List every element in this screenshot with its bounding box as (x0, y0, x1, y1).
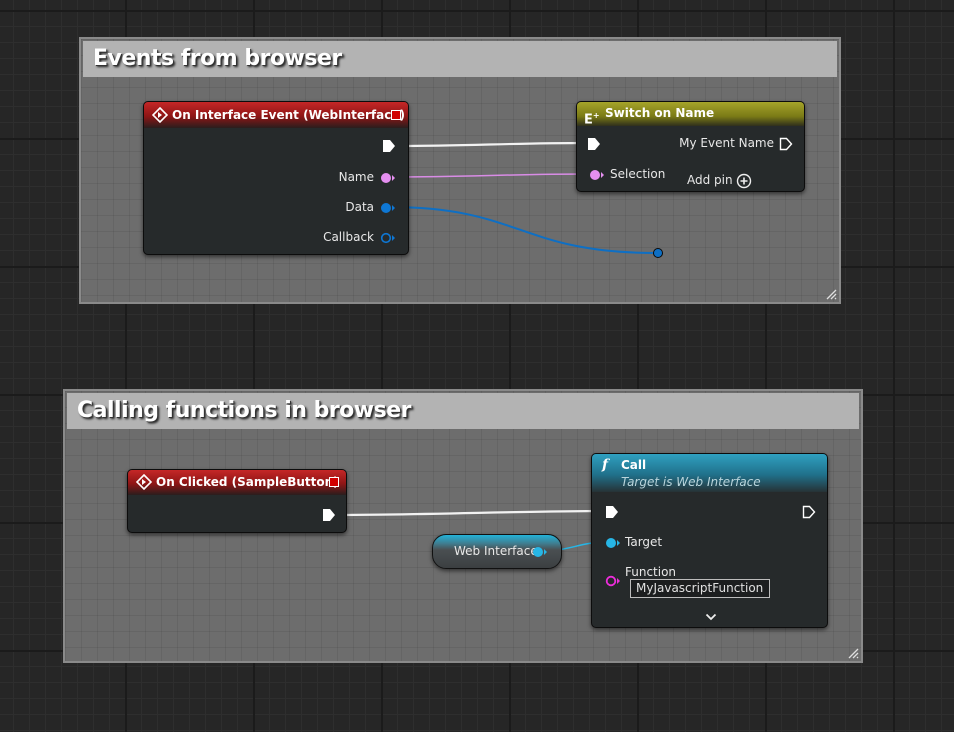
node-title: Call (621, 458, 647, 472)
delegate-pin[interactable] (329, 477, 339, 487)
delegate-pin[interactable] (391, 110, 401, 120)
node-title: On Clicked (SampleButton) (156, 475, 339, 489)
pin-label-function: Function (625, 565, 677, 579)
node-web-interface-variable[interactable]: Web Interface (432, 534, 562, 569)
exec-output-pin[interactable] (322, 508, 336, 522)
pin-label-callback: Callback (323, 230, 374, 244)
object-output-pin[interactable] (532, 546, 548, 558)
add-circle-icon[interactable] (736, 173, 752, 189)
node-on-interface-event[interactable]: On Interface Event (WebInterface) Name D… (143, 101, 409, 255)
function-f-icon: f (602, 457, 609, 473)
exec-output-pin[interactable] (382, 139, 396, 153)
add-pin-label[interactable]: Add pin (687, 173, 733, 187)
node-switch-on-name[interactable]: E+ Switch on Name My Event Name Selectio… (576, 101, 805, 192)
exec-output-pin[interactable] (779, 137, 793, 151)
function-name-input[interactable]: MyJavascriptFunction (630, 579, 770, 598)
exec-input-pin[interactable] (605, 505, 619, 519)
pin-label-selection: Selection (610, 167, 666, 181)
data-output-pin[interactable] (380, 202, 396, 214)
selection-input-pin[interactable] (589, 169, 605, 181)
target-input-pin[interactable] (605, 537, 621, 549)
pin-label-target: Target (625, 535, 663, 549)
pin-label-data: Data (345, 200, 374, 214)
callback-output-pin[interactable] (380, 232, 396, 244)
pin-label-my-event-name: My Event Name (679, 136, 774, 150)
event-diamond-icon (136, 474, 152, 490)
node-header[interactable]: On Clicked (SampleButton) (128, 470, 346, 495)
function-input-pin[interactable] (605, 575, 621, 587)
variable-label: Web Interface (454, 544, 538, 558)
name-output-pin[interactable] (380, 172, 396, 184)
event-diamond-icon (152, 107, 168, 123)
exec-input-pin[interactable] (587, 137, 601, 151)
switch-enum-icon: E+ (584, 111, 600, 128)
node-title: On Interface Event (WebInterface) (172, 108, 405, 122)
resize-grip-icon[interactable] (825, 288, 837, 300)
node-header[interactable]: E+ Switch on Name (577, 102, 804, 127)
node-title: Switch on Name (605, 106, 715, 120)
node-call-function[interactable]: f Call Target is Web Interface Target Fu… (591, 453, 828, 628)
node-header[interactable]: f Call Target is Web Interface (592, 454, 827, 492)
node-on-clicked[interactable]: On Clicked (SampleButton) (127, 469, 347, 533)
comment-title[interactable]: Events from browser (83, 41, 837, 77)
node-header[interactable]: On Interface Event (WebInterface) (144, 102, 408, 128)
pin-label-name: Name (338, 170, 374, 184)
node-subtitle: Target is Web Interface (621, 475, 761, 489)
exec-output-pin[interactable] (802, 505, 816, 519)
chevron-down-icon[interactable] (705, 613, 717, 621)
resize-grip-icon[interactable] (847, 647, 859, 659)
comment-title[interactable]: Calling functions in browser (67, 393, 859, 429)
